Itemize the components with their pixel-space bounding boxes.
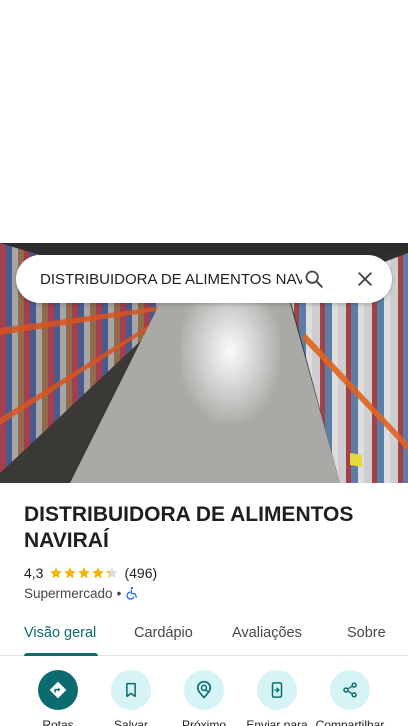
- save-label: Salvar: [113, 718, 148, 726]
- send-to-phone-icon: [271, 682, 283, 698]
- map-placeholder-area: [0, 0, 408, 243]
- wheelchair-icon: [126, 586, 138, 600]
- nearby-icon: [196, 680, 212, 699]
- tab-reviews[interactable]: Avaliações: [232, 624, 302, 642]
- star-icon: [92, 567, 105, 579]
- share-button-circle: [330, 670, 370, 710]
- share-label: Compartilhar: [315, 718, 385, 726]
- share-icon: [343, 682, 357, 698]
- active-tab-indicator: [24, 653, 98, 656]
- photo-floor-light: [180, 303, 280, 423]
- nearby-label: Próximo: [181, 718, 226, 726]
- directions-label: Rotas: [42, 718, 74, 726]
- rating-value: 4,3: [24, 565, 44, 581]
- nearby-button[interactable]: Próximo: [164, 668, 244, 726]
- directions-icon: [49, 681, 67, 699]
- share-button[interactable]: Compartilhar: [310, 668, 390, 726]
- clear-search-button[interactable]: [351, 265, 379, 293]
- save-button-circle: [111, 670, 151, 710]
- search-icon: [305, 270, 323, 288]
- send-to-phone-button[interactable]: Enviar para: [237, 668, 317, 726]
- tab-overview[interactable]: Visão geral: [24, 624, 96, 642]
- tab-about[interactable]: Sobre: [347, 624, 386, 642]
- nearby-button-circle: [184, 670, 224, 710]
- search-bar[interactable]: DISTRIBUIDORA DE ALIMENTOS NAVIRAÍ: [16, 255, 392, 303]
- directions-button[interactable]: Rotas: [18, 668, 98, 726]
- rating-row[interactable]: 4,3 (496): [24, 564, 157, 582]
- category-row: Supermercado •: [24, 585, 139, 601]
- send-to-phone-label: Enviar para: [246, 718, 308, 726]
- separator-dot: •: [116, 585, 122, 601]
- search-button[interactable]: [300, 265, 328, 293]
- place-tabs: Visão geral Cardápio Avaliações Sobre: [0, 612, 408, 656]
- bookmark-icon: [126, 682, 136, 698]
- star-icon: [50, 567, 63, 579]
- review-count[interactable]: (496): [124, 565, 157, 581]
- tab-menu[interactable]: Cardápio: [134, 624, 193, 642]
- rating-stars: [49, 566, 119, 580]
- star-icon: [106, 567, 119, 579]
- place-category: Supermercado: [24, 585, 113, 601]
- action-bar: Rotas Salvar Próximo Enviar para Compart…: [0, 668, 408, 726]
- star-icon: [64, 567, 77, 579]
- directions-button-circle: [38, 670, 78, 710]
- send-to-phone-button-circle: [257, 670, 297, 710]
- close-icon: [358, 272, 372, 286]
- star-icon: [78, 567, 91, 579]
- save-button[interactable]: Salvar: [91, 668, 171, 726]
- place-title: DISTRIBUIDORA DE ALIMENTOS NAVIRAÍ: [24, 503, 354, 552]
- search-query[interactable]: DISTRIBUIDORA DE ALIMENTOS NAVIRAÍ: [40, 270, 302, 290]
